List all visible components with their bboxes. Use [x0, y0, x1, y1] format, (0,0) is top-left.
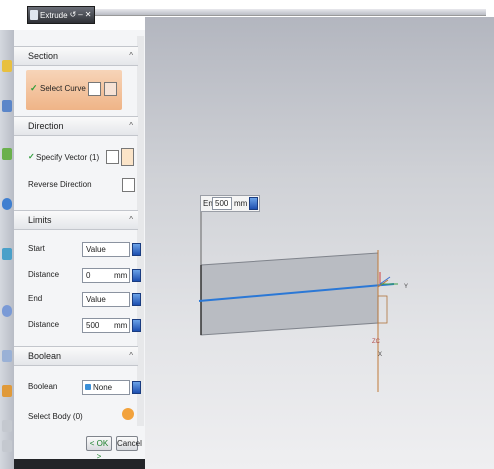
end-onscreen-unit: mm: [234, 199, 248, 208]
axis-y-label: Y: [404, 284, 408, 290]
end-onscreen-value[interactable]: 500: [212, 197, 232, 210]
triad-y-axis: [379, 276, 391, 285]
axis-zc-label: ZC: [372, 339, 381, 345]
chevron-down-icon[interactable]: [249, 197, 258, 210]
end-onscreen-input: End 500 mm: [200, 195, 260, 212]
axis-x-label: X: [378, 352, 382, 358]
model-view: Y ZC X: [198, 212, 408, 392]
end-limit-box: [377, 295, 388, 324]
